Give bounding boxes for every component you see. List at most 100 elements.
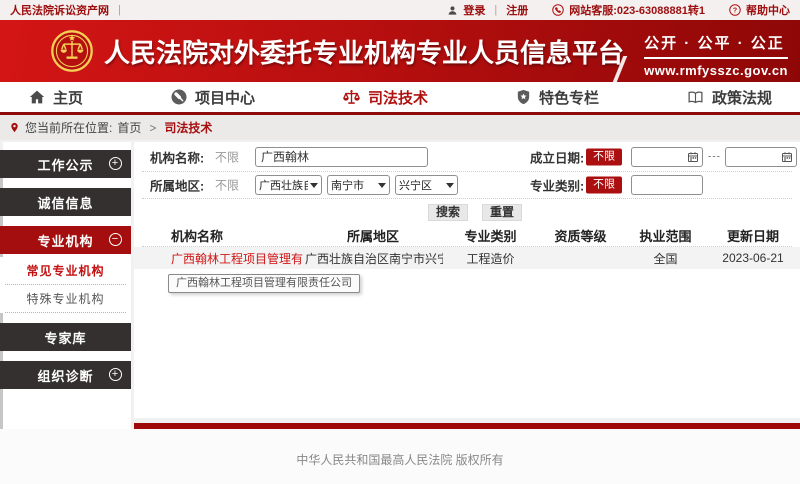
chevron-down-icon [446, 183, 454, 188]
breadcrumb: 您当前所在位置: 首页 > 司法技术 [0, 115, 800, 140]
submenu-item-special-orgs[interactable]: 特殊专业机构 [5, 285, 126, 313]
nav-label: 主页 [53, 87, 83, 108]
court-emblem-icon [50, 29, 94, 73]
date-from-input[interactable] [631, 147, 703, 167]
sidebar-item-work-publicity[interactable]: 工作公示 + [0, 150, 131, 178]
svg-text:?: ? [733, 8, 737, 15]
search-row-1: 机构名称: 不限 成立日期: 不限 --- [142, 142, 792, 172]
submenu-item-label: 常见专业机构 [26, 262, 104, 279]
nav-item-judicial-tech[interactable]: 司法技术 [342, 82, 428, 112]
region-label: 所属地区: [150, 176, 204, 195]
platform-title: 人民法院对外委托专业机构专业人员信息平台 [104, 33, 624, 70]
org-name-tooltip: 广西翰林工程项目管理有限责任公司 [168, 274, 360, 293]
home-icon [28, 88, 46, 106]
main-nav: 主页 项目中心 [0, 82, 800, 115]
shield-star-icon [515, 88, 532, 106]
table-row: 广西翰林工程项目管理有限责任... 广西壮族自治区南宁市兴宁区 工程造价 全国 … [134, 247, 800, 269]
breadcrumb-current: 司法技术 [164, 119, 212, 136]
footer-copyright: 中华人民共和国最高人民法院 版权所有 [0, 451, 800, 468]
calendar-icon [687, 151, 699, 163]
submenu-item-label: 特殊专业机构 [26, 290, 104, 307]
row-scope: 全国 [623, 250, 708, 267]
district-select[interactable]: 兴宁区 [395, 175, 458, 195]
city-value: 南宁市 [331, 177, 376, 193]
date-range-separator: --- [708, 151, 721, 162]
table-header-category: 专业类别 [443, 226, 538, 245]
sidebar-item-label: 专业机构 [37, 231, 93, 250]
phone-icon [552, 4, 564, 16]
website-url: www.rmfysszc.gov.cn [644, 63, 788, 78]
nav-item-home[interactable]: 主页 [28, 82, 83, 112]
scales-icon [342, 88, 361, 107]
topbar-divider: | [118, 4, 121, 16]
sidebar-item-professional-orgs[interactable]: 专业机构 − [0, 226, 131, 254]
founded-unlimited-badge[interactable]: 不限 [586, 148, 622, 165]
sidebar-item-label: 工作公示 [37, 155, 93, 174]
founded-date-label: 成立日期: [530, 147, 584, 166]
chevron-down-icon [378, 183, 386, 188]
gavel-circle-icon [170, 88, 188, 106]
district-value: 兴宁区 [399, 177, 444, 193]
collapse-icon: − [109, 233, 122, 246]
search-button[interactable]: 搜索 [428, 204, 468, 221]
site-name-link[interactable]: 人民法院诉讼资产网 [10, 2, 109, 18]
breadcrumb-home-link[interactable]: 首页 [117, 119, 141, 136]
submenu-item-common-orgs[interactable]: 常见专业机构 [5, 257, 126, 285]
sidebar: 工作公示 + 诚信信息 专业机构 − 常见专业机构 特殊专业机构 专家库 组织诊… [0, 150, 131, 399]
help-link[interactable]: 帮助中心 [746, 2, 790, 18]
top-utility-bar: 人民法院诉讼资产网 | 登录 | 注册 网站客服:023-63088881转1 … [0, 0, 800, 20]
row-category: 工程造价 [443, 250, 538, 267]
nav-label: 项目中心 [195, 87, 255, 108]
sidebar-item-expert-pool[interactable]: 专家库 [0, 323, 131, 351]
reset-button[interactable]: 重置 [482, 204, 522, 221]
expand-icon: + [109, 157, 122, 170]
table-header-grade: 资质等级 [538, 226, 623, 245]
register-link[interactable]: 注册 [506, 2, 528, 18]
table-header-region: 所属地区 [303, 226, 443, 245]
table-header-row: 机构名称 所属地区 专业类别 资质等级 执业范围 更新日期 [163, 224, 798, 246]
region-unlimited-option[interactable]: 不限 [215, 177, 239, 194]
slogan: 公开 · 公平 · 公正 [644, 32, 788, 59]
masthead: 人民法院对外委托专业机构专业人员信息平台 公开 · 公平 · 公正 www.rm… [0, 20, 800, 82]
sidebar-item-org-diagnosis[interactable]: 组织诊断 + [0, 361, 131, 389]
breadcrumb-separator: > [149, 121, 156, 135]
login-link[interactable]: 登录 [463, 2, 485, 18]
chevron-down-icon [310, 183, 318, 188]
nav-label: 司法技术 [368, 87, 428, 108]
sidebar-item-label: 组织诊断 [37, 366, 93, 385]
location-pin-icon [9, 121, 20, 134]
sidebar-submenu: 常见专业机构 特殊专业机构 [0, 257, 131, 313]
row-updated: 2023-06-21 [708, 251, 798, 265]
sidebar-item-label: 诚信信息 [37, 193, 93, 212]
date-to-input[interactable] [725, 147, 797, 167]
org-name-input[interactable] [255, 147, 428, 167]
calendar-icon [781, 151, 793, 163]
sidebar-item-label: 专家库 [44, 328, 86, 347]
help-icon: ? [729, 4, 741, 16]
person-icon [447, 5, 458, 16]
province-value: 广西壮族自治 [259, 177, 308, 193]
page: 人民法院诉讼资产网 | 登录 | 注册 网站客服:023-63088881转1 … [0, 0, 800, 484]
row-org-name-link[interactable]: 广西翰林工程项目管理有限责任... [163, 250, 303, 267]
table-header-updated: 更新日期 [708, 226, 798, 245]
breadcrumb-prefix: 您当前所在位置: [25, 119, 112, 136]
table-header-org-name: 机构名称 [163, 226, 303, 245]
sidebar-item-integrity-info[interactable]: 诚信信息 [0, 188, 131, 216]
book-icon [686, 89, 705, 106]
nav-item-featured-column[interactable]: 特色专栏 [515, 82, 599, 112]
city-select[interactable]: 南宁市 [327, 175, 390, 195]
category-unlimited-badge[interactable]: 不限 [586, 177, 622, 194]
main-panel: 机构名称: 不限 成立日期: 不限 --- 所属地区: 不限 广西壮族自治 [134, 142, 800, 418]
expand-icon: + [109, 368, 122, 381]
footer: 中华人民共和国最高人民法院 版权所有 [0, 429, 800, 484]
row-region: 广西壮族自治区南宁市兴宁区 [303, 250, 443, 267]
category-input[interactable] [631, 175, 703, 195]
nav-item-policies[interactable]: 政策法规 [686, 82, 772, 112]
search-row-2: 所属地区: 不限 广西壮族自治 南宁市 兴宁区 专业类别: 不限 [142, 172, 792, 199]
org-name-unlimited-option[interactable]: 不限 [215, 148, 239, 165]
nav-label: 政策法规 [712, 87, 772, 108]
org-name-label: 机构名称: [150, 147, 204, 166]
province-select[interactable]: 广西壮族自治 [255, 175, 322, 195]
category-label: 专业类别: [530, 176, 584, 195]
nav-item-project-center[interactable]: 项目中心 [170, 82, 255, 112]
